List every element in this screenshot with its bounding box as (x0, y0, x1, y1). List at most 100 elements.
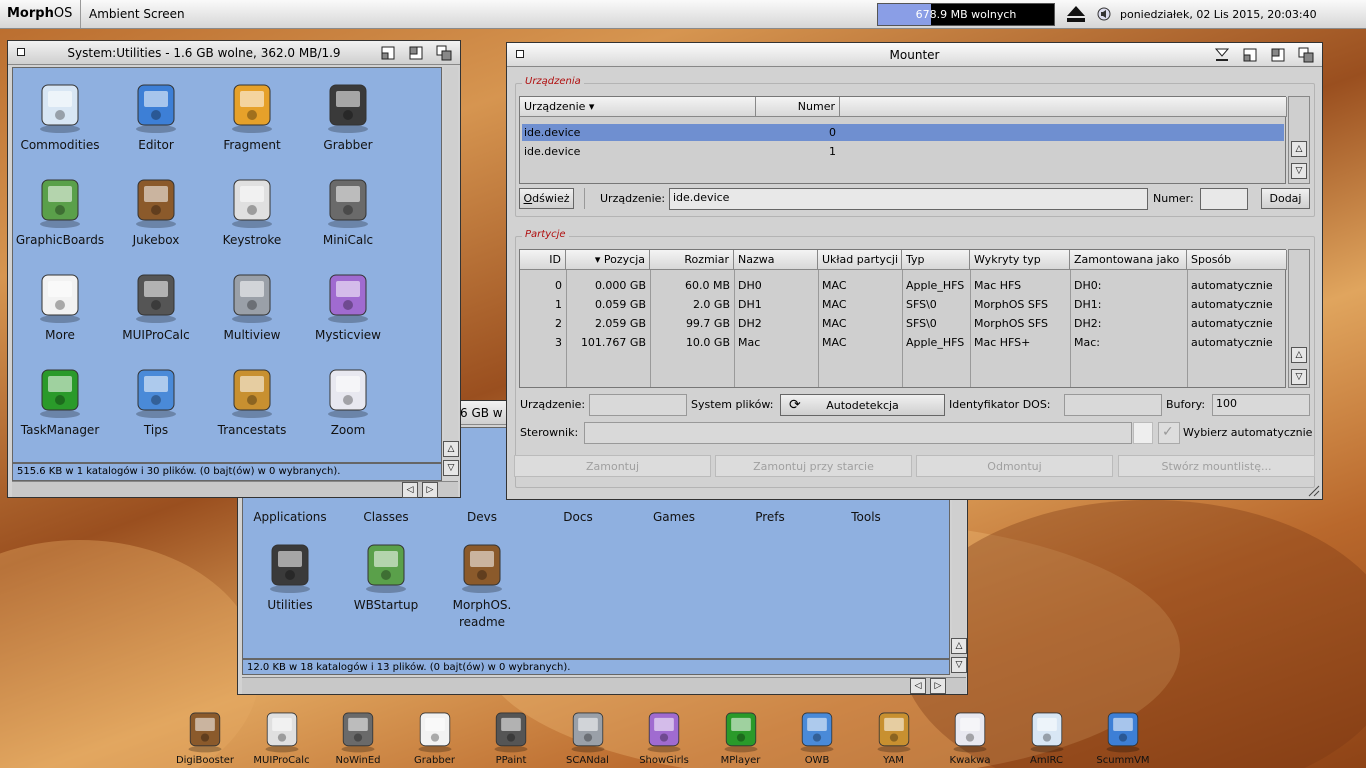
icon-graphicboards[interactable]: GraphicBoards (14, 174, 106, 249)
dock-item-scandal[interactable]: SCANdal (553, 708, 623, 766)
icon-taskmanager[interactable]: TaskManager (14, 364, 106, 439)
column-header-layout[interactable]: Układ partycji (818, 250, 902, 270)
device-name[interactable]: ide.device (524, 145, 580, 158)
snapshot-icon[interactable] (1241, 46, 1259, 64)
icon-minicalc[interactable]: MiniCalc (302, 174, 394, 249)
iconify-icon[interactable] (1213, 46, 1231, 64)
icon-docs[interactable]: Docs (532, 507, 624, 526)
partitions-list[interactable]: ID ▾ Pozycja Rozmiar Nazwa Układ partycji Typ… (519, 249, 1287, 388)
driver-field[interactable] (584, 422, 1132, 444)
scroll-up-button[interactable]: △ (951, 638, 967, 654)
icon-morphos-readme[interactable]: MorphOS. readme (436, 539, 528, 631)
scroll-up-button[interactable]: △ (443, 441, 459, 457)
dock-item-yam[interactable]: YAM (859, 708, 929, 766)
mounter-titlebar[interactable]: Mounter (507, 43, 1322, 67)
scroll-down-button[interactable]: ▽ (1291, 369, 1307, 385)
column-header-mode[interactable]: Sposób (1187, 250, 1287, 270)
utilities-horizontal-scrollbar[interactable] (12, 481, 458, 497)
icon-zoom[interactable]: Zoom (302, 364, 394, 439)
depth-icon[interactable] (435, 44, 453, 62)
dock-item-grabber[interactable]: Grabber (400, 708, 470, 766)
scroll-right-button[interactable]: ▷ (422, 482, 438, 498)
icon-utilities[interactable]: Utilities (244, 539, 336, 614)
scroll-right-button[interactable]: ▷ (930, 678, 946, 694)
column-header-mounted[interactable]: Zamontowana jako (1070, 250, 1187, 270)
icon-keystroke[interactable]: Keystroke (206, 174, 298, 249)
mount-at-startup-button[interactable]: Zamontuj przy starcie (715, 455, 912, 477)
column-header-size[interactable]: Rozmiar (650, 250, 734, 270)
column-header-id[interactable]: ID (520, 250, 566, 270)
partition-cell-id[interactable]: 1 (524, 298, 562, 311)
icon-tools[interactable]: Tools (820, 507, 912, 526)
buffers-field[interactable]: 100 (1212, 394, 1310, 416)
column-header-pos[interactable]: ▾ Pozycja (566, 250, 650, 270)
dock-item-ppaint[interactable]: PPaint (476, 708, 546, 766)
eject-icon[interactable] (1065, 4, 1087, 24)
number-field[interactable] (1200, 188, 1248, 210)
icon-jukebox[interactable]: Jukebox (110, 174, 202, 249)
device-row-selected[interactable] (522, 124, 1284, 141)
filesystem-select[interactable]: ⟳ Autodetekcja (780, 394, 945, 416)
auto-checkbox[interactable]: ✓ (1158, 422, 1180, 444)
partition-cell-id[interactable]: 2 (524, 317, 562, 330)
dos-id-field[interactable] (1064, 394, 1162, 416)
column-header-type[interactable]: Typ (902, 250, 970, 270)
icon-grabber[interactable]: Grabber (302, 79, 394, 154)
zoom-icon[interactable] (407, 44, 425, 62)
volume-icon[interactable] (1097, 7, 1111, 21)
column-header-name[interactable]: Nazwa (734, 250, 818, 270)
column-header-detected[interactable]: Wykryty typ (970, 250, 1070, 270)
icon-tips[interactable]: Tips (110, 364, 202, 439)
devices-list[interactable]: Urządzenie ▾ Numer ide.device 0 ide.devi… (519, 96, 1287, 184)
scroll-left-button[interactable]: ◁ (910, 678, 926, 694)
column-header-device[interactable]: Urządzenie ▾ (520, 97, 756, 117)
mounter-window[interactable]: Mounter Urządzenia Urządzenie ▾ Numer id… (506, 42, 1323, 500)
utilities-vertical-scrollbar[interactable] (444, 67, 458, 463)
create-mountlist-button[interactable]: Stwórz mountlistę... (1118, 455, 1315, 477)
icon-mysticview[interactable]: Mysticview (302, 269, 394, 344)
partition-device-field[interactable] (589, 394, 687, 416)
resize-handle[interactable] (1308, 485, 1320, 497)
icon-classes[interactable]: Classes (340, 507, 432, 526)
refresh-button[interactable]: Odśwież (519, 188, 574, 209)
scroll-down-button[interactable]: ▽ (1291, 163, 1307, 179)
utilities-drawer-window[interactable]: System:Utilities - 1.6 GB wolne, 362.0 M… (7, 40, 461, 498)
dock-item-nowined[interactable]: NoWinEd (323, 708, 393, 766)
utilities-window-titlebar[interactable]: System:Utilities - 1.6 GB wolne, 362.0 M… (8, 41, 460, 65)
dock-item-owb[interactable]: OWB (782, 708, 852, 766)
mount-button[interactable]: Zamontuj (514, 455, 711, 477)
icon-prefs[interactable]: Prefs (724, 507, 816, 526)
unmount-button[interactable]: Odmontuj (916, 455, 1113, 477)
icon-editor[interactable]: Editor (110, 79, 202, 154)
dock-item-amirc[interactable]: AmIRC (1012, 708, 1082, 766)
icon-fragment[interactable]: Fragment (206, 79, 298, 154)
icon-games[interactable]: Games (628, 507, 720, 526)
dock-item-digibooster[interactable]: DigiBooster (170, 708, 240, 766)
scroll-down-button[interactable]: ▽ (951, 657, 967, 673)
partition-cell-id[interactable]: 0 (524, 279, 562, 292)
zoom-icon[interactable] (1269, 46, 1287, 64)
icon-devs[interactable]: Devs (436, 507, 528, 526)
icon-multiview[interactable]: Multiview (206, 269, 298, 344)
partitions-scrollbar[interactable] (1288, 249, 1310, 388)
scroll-up-button[interactable]: △ (1291, 141, 1307, 157)
icon-trancestats[interactable]: Trancestats (206, 364, 298, 439)
iconify-icon[interactable] (379, 44, 397, 62)
scroll-left-button[interactable]: ◁ (402, 482, 418, 498)
scroll-down-button[interactable]: ▽ (443, 460, 459, 476)
column-header-number[interactable]: Numer (756, 97, 840, 117)
partition-cell-id[interactable]: 3 (524, 336, 562, 349)
dock-item-scummvm[interactable]: ScummVM (1088, 708, 1158, 766)
system-horizontal-scrollbar[interactable] (242, 677, 966, 694)
dock-item-kwakwa[interactable]: Kwakwa (935, 708, 1005, 766)
depth-icon[interactable] (1297, 46, 1315, 64)
morphos-logo[interactable]: MorphOS (7, 6, 72, 21)
scroll-up-button[interactable]: △ (1291, 347, 1307, 363)
icon-muiprocalc[interactable]: MUIProCalc (110, 269, 202, 344)
icon-more[interactable]: More (14, 269, 106, 344)
driver-popup-button[interactable] (1133, 422, 1153, 444)
dock-item-showgirls[interactable]: ShowGirls (629, 708, 699, 766)
device-field[interactable]: ide.device (669, 188, 1148, 210)
dock-item-muiprocalc[interactable]: MUIProCalc (247, 708, 317, 766)
dock-item-mplayer[interactable]: MPlayer (706, 708, 776, 766)
